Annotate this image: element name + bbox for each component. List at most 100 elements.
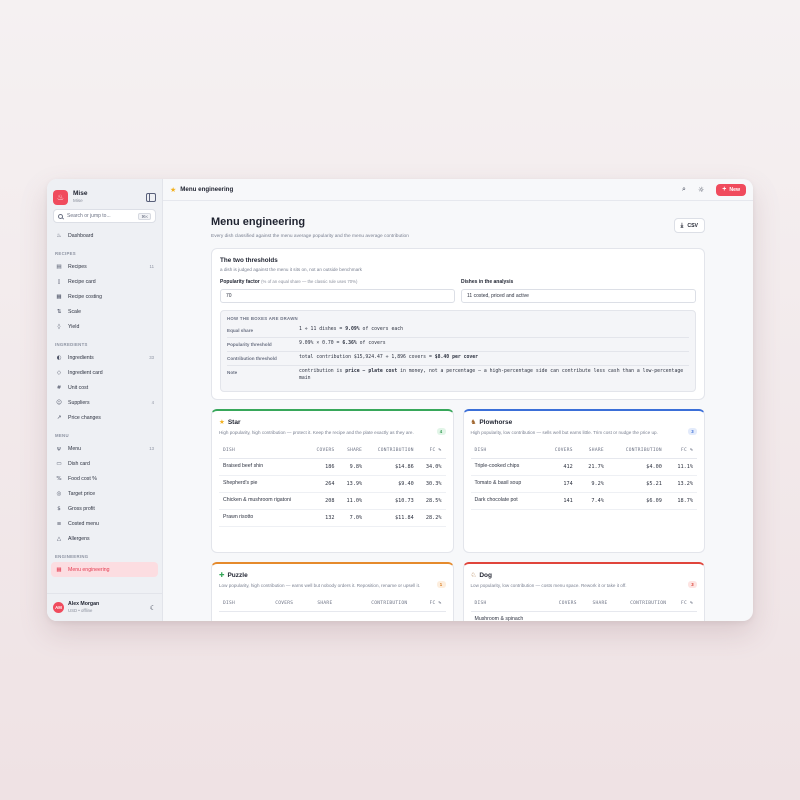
- list-icon: ≡: [56, 520, 62, 527]
- sidebar-item-menu[interactable]: ψ Menu 13: [51, 441, 158, 456]
- sidebar-item-count: 13: [149, 446, 154, 451]
- sidebar-item-allergens[interactable]: △ Allergens: [51, 531, 158, 546]
- quadrant-description: High popularity, high contribution — pro…: [219, 430, 414, 435]
- dish-name: Dark chocolate pot: [470, 492, 543, 510]
- sidebar-item-recipes[interactable]: ▤ Recipes 11: [51, 259, 158, 274]
- sidebar-item-label: Costed menu: [68, 520, 99, 527]
- sidebar-item-dashboard[interactable]: ♨ Dashboard: [51, 228, 158, 243]
- table-row[interactable]: Tomato & basil soup 174 9.2% $5.21 13.2%: [470, 475, 697, 493]
- section-recipes: RECIPES: [55, 251, 76, 256]
- table-row[interactable]: Mushroom & spinach: [470, 611, 697, 621]
- how-boxes-panel: HOW THE BOXES ARE DRAWN Equal share 1 ÷ 1…: [220, 310, 696, 392]
- quadrant-title-text: Dog: [479, 571, 492, 579]
- sidebar-item-label: Recipes: [68, 263, 87, 270]
- column-header[interactable]: COVERS: [308, 442, 339, 459]
- sidebar-item-label: Price changes: [68, 414, 101, 421]
- dishes-select[interactable]: 11 costed, priced and active: [461, 289, 696, 303]
- grid-icon: ▦: [56, 566, 62, 573]
- avatar[interactable]: AM: [53, 602, 64, 613]
- table-row[interactable]: Shepherd's pie 264 13.9% $9.40 30.3%: [219, 475, 446, 493]
- table-row[interactable]: Triple-cooked chips 412 21.7% $4.00 11.1%: [470, 458, 697, 476]
- table-cell: 30.3%: [417, 475, 446, 493]
- column-header[interactable]: FC %: [665, 442, 697, 459]
- how-row-value: 1 ÷ 11 dishes = 9.09% of covers each: [299, 327, 689, 334]
- column-header[interactable]: COVERS: [542, 442, 577, 459]
- table-row[interactable]: Chicken & mushroom rigatoni 208 11.0% $10.7…: [219, 492, 446, 510]
- how-row-value: 9.09% × 0.70 = 6.36% of covers: [299, 341, 689, 348]
- theme-icon[interactable]: ☼: [698, 186, 704, 194]
- quadrant-title: ★ Star: [219, 418, 446, 426]
- sidebar-item-label: Scale: [68, 308, 81, 315]
- column-header[interactable]: SHARE: [576, 442, 608, 459]
- sidebar-item-label: Menu: [68, 445, 81, 452]
- csv-export-button[interactable]: ⤓ CSV: [673, 218, 705, 233]
- column-header[interactable]: COVERS: [546, 595, 581, 612]
- search-input[interactable]: Search or jump to... ⌘K: [53, 209, 156, 223]
- column-header[interactable]: CONTRIBUTION: [366, 442, 418, 459]
- sidebar-item-ingredients[interactable]: ◐ Ingredients 33: [51, 350, 158, 365]
- search-icon[interactable]: ⌕: [682, 185, 686, 194]
- quadrant-description: High popularity, low contribution — sell…: [470, 430, 658, 435]
- column-header[interactable]: DISH: [219, 442, 309, 459]
- sidebar-item-target-price[interactable]: ◎ Target price: [51, 486, 158, 501]
- plus-icon: +: [722, 186, 727, 193]
- sidebar-item-yield[interactable]: ◊ Yield: [51, 319, 158, 334]
- column-header[interactable]: FC %: [411, 595, 446, 612]
- puzzle-icon: ✚: [219, 571, 225, 579]
- brand-logo-icon: ♨: [53, 190, 68, 205]
- column-header[interactable]: DISH: [470, 595, 547, 612]
- table-row[interactable]: Prawn risotto 132 7.0% $11.84 28.2%: [219, 509, 446, 527]
- table-cell: [611, 611, 671, 621]
- quadrant-count-badge: 3: [688, 428, 697, 435]
- quadrant-title-text: Plowhorse: [479, 418, 513, 426]
- column-header[interactable]: SHARE: [297, 595, 337, 612]
- sidebar-item-food-cost[interactable]: % Food cost %: [51, 471, 158, 486]
- table-cell: $10.73: [366, 492, 418, 510]
- sidebar-item-label: Recipe costing: [68, 293, 103, 300]
- sidebar-item-recipe-costing[interactable]: ▦ Recipe costing: [51, 289, 158, 304]
- column-header[interactable]: COVERS: [253, 595, 298, 612]
- dishes-label: Dishes in the analysis: [461, 279, 514, 285]
- column-header[interactable]: CONTRIBUTION: [607, 442, 666, 459]
- moon-icon[interactable]: ☾: [150, 604, 156, 612]
- sidebar-collapse-icon[interactable]: [146, 193, 156, 202]
- sidebar-item-recipe-card[interactable]: ▯ Recipe card: [51, 274, 158, 289]
- target-icon: ◎: [56, 490, 62, 497]
- sidebar-item-ingredient-card[interactable]: ◇ Ingredient card: [51, 365, 158, 380]
- flame-icon: ♨: [56, 232, 62, 239]
- thresholds-card: The two thresholds a dish is judged agai…: [211, 248, 705, 400]
- users-icon: ☺: [56, 399, 62, 406]
- sidebar-item-costed-menu[interactable]: ≡ Costed menu: [51, 516, 158, 531]
- popularity-factor-input[interactable]: 70: [220, 289, 455, 303]
- how-text: 9.09% × 0.70 =: [299, 340, 343, 346]
- table-cell: 9.2%: [576, 475, 608, 493]
- column-header[interactable]: FC %: [670, 595, 697, 612]
- new-button[interactable]: + New: [716, 183, 746, 196]
- table-row[interactable]: Braised beef shin 186 9.8% $14.86 34.0%: [219, 458, 446, 476]
- search-placeholder: Search or jump to...: [67, 213, 111, 219]
- quadrant-description: Low popularity, low contribution — costs…: [470, 583, 627, 588]
- sidebar-item-suppliers[interactable]: ☺ Suppliers 4: [51, 395, 158, 410]
- download-icon: ⤓: [680, 221, 684, 229]
- content: Menu engineering Every dish classified a…: [211, 201, 705, 621]
- column-header[interactable]: CONTRIBUTION: [336, 595, 412, 612]
- sidebar-item-dish-card[interactable]: ▭ Dish card: [51, 456, 158, 471]
- sidebar-item-scale[interactable]: ⇅ Scale: [51, 304, 158, 319]
- topbar: ★ Menu engineering ⌕ ☼ + New: [163, 179, 753, 201]
- utensils-icon: ψ: [57, 445, 61, 452]
- column-header[interactable]: FC %: [417, 442, 446, 459]
- column-header[interactable]: DISH: [219, 595, 254, 612]
- table-cell: $6.09: [607, 492, 666, 510]
- column-header[interactable]: CONTRIBUTION: [611, 595, 671, 612]
- section-ingredients: INGREDIENTS: [55, 342, 88, 347]
- column-header[interactable]: DISH: [470, 442, 543, 459]
- table-cell: 13.9%: [338, 475, 367, 493]
- sidebar-item-price-changes[interactable]: ↗ Price changes: [51, 410, 158, 425]
- column-header[interactable]: SHARE: [580, 595, 612, 612]
- sidebar-item-menu-engineering[interactable]: ▦ Menu engineering: [51, 562, 158, 577]
- sidebar-item-unit-cost[interactable]: # Unit cost: [51, 380, 158, 395]
- sidebar-item-gross-profit[interactable]: $ Gross profit: [51, 501, 158, 516]
- table-row[interactable]: Dark chocolate pot 141 7.4% $6.09 18.7%: [470, 492, 697, 510]
- column-header[interactable]: SHARE: [338, 442, 367, 459]
- star-icon: ★: [170, 185, 177, 194]
